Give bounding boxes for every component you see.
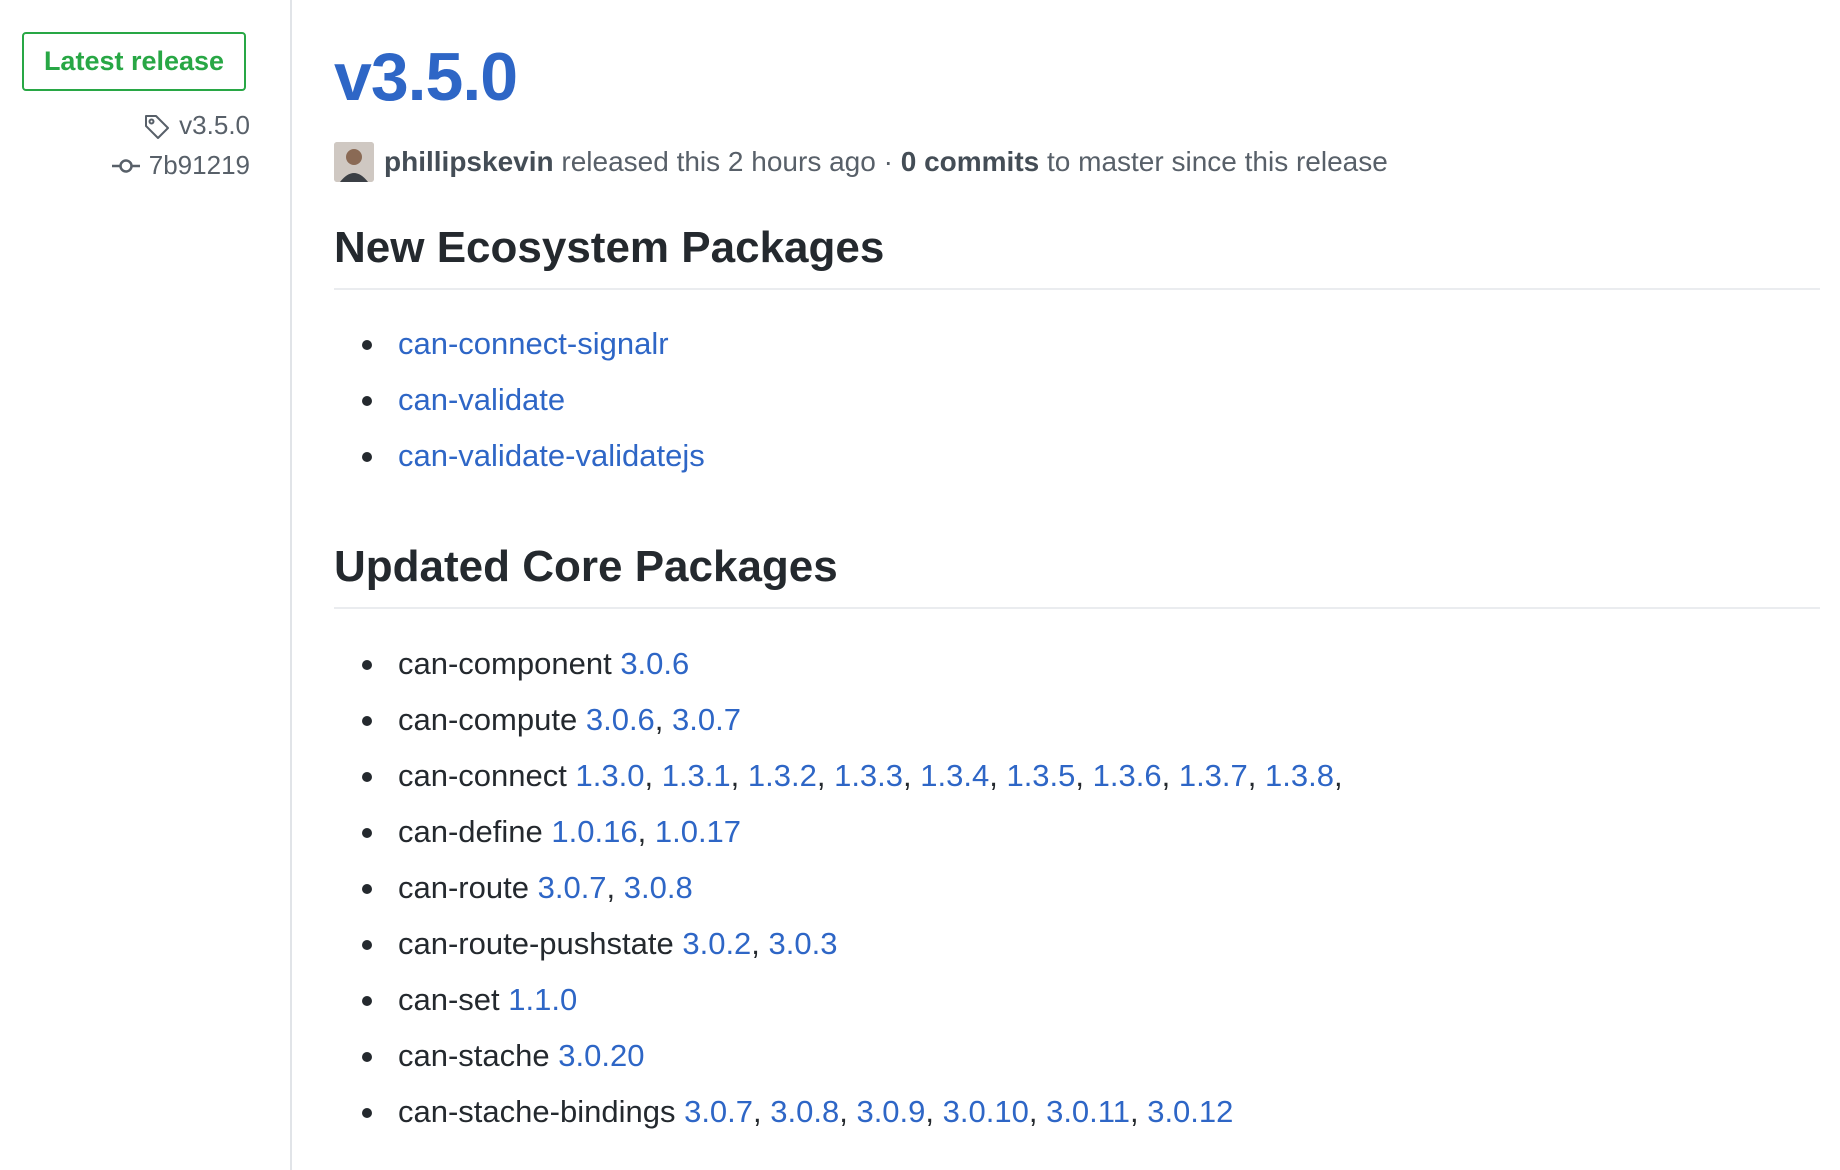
- commits-suffix: to master since this release: [1047, 146, 1388, 177]
- list-item: can-stache-bindings 3.0.7, 3.0.8, 3.0.9,…: [334, 1084, 1820, 1140]
- version-separator: ,: [925, 1094, 943, 1129]
- version-link[interactable]: 3.0.6: [620, 646, 689, 681]
- version-link[interactable]: 3.0.9: [856, 1094, 925, 1129]
- version-separator: ,: [654, 702, 673, 737]
- git-commit-icon: [111, 156, 141, 176]
- core-section: Updated Core Packages can-component 3.0.…: [334, 541, 1820, 1140]
- ecosystem-section: New Ecosystem Packages can-connect-signa…: [334, 222, 1820, 484]
- list-item: can-set 1.1.0: [334, 972, 1820, 1028]
- package-name: can-stache-bindings: [398, 1094, 676, 1129]
- version-link[interactable]: 3.0.12: [1147, 1094, 1233, 1129]
- list-item: can-compute 3.0.6, 3.0.7: [334, 692, 1820, 748]
- version-separator: ,: [1028, 1094, 1047, 1129]
- latest-release-badge: Latest release: [22, 32, 246, 91]
- version-link[interactable]: 1.3.2: [748, 758, 817, 793]
- version-separator: ,: [644, 758, 662, 793]
- release-sidebar: Latest release v3.5.0 7b91219: [0, 0, 292, 1170]
- commit-row[interactable]: 7b91219: [111, 150, 250, 181]
- version-link[interactable]: 1.3.5: [1006, 758, 1075, 793]
- version-link[interactable]: 3.0.20: [558, 1038, 644, 1073]
- tag-icon: [143, 113, 171, 139]
- package-name: can-define: [398, 814, 543, 849]
- version-link[interactable]: 3.0.2: [682, 926, 751, 961]
- avatar[interactable]: [334, 142, 374, 182]
- version-separator: ,: [751, 926, 769, 961]
- version-link[interactable]: 3.0.3: [769, 926, 838, 961]
- list-item: can-route-pushstate 3.0.2, 3.0.3: [334, 916, 1820, 972]
- version-link[interactable]: 3.0.7: [684, 1094, 753, 1129]
- list-item: can-component 3.0.6: [334, 636, 1820, 692]
- version-separator: ,: [989, 758, 1007, 793]
- released-text: released this 2 hours ago: [561, 146, 876, 177]
- commit-sha[interactable]: 7b91219: [149, 150, 250, 181]
- version-separator: ,: [816, 758, 835, 793]
- package-link[interactable]: can-validate-validatejs: [398, 438, 705, 473]
- version-link[interactable]: 3.0.7: [672, 702, 741, 737]
- tag-label[interactable]: v3.5.0: [179, 110, 250, 141]
- ecosystem-list: can-connect-signalr can-validate can-valid…: [334, 316, 1820, 484]
- version-separator: ,: [1161, 758, 1179, 793]
- version-link[interactable]: 1.0.16: [551, 814, 637, 849]
- commits-count[interactable]: 0 commits: [901, 146, 1040, 178]
- core-heading: Updated Core Packages: [334, 541, 1820, 609]
- ecosystem-heading: New Ecosystem Packages: [334, 222, 1820, 290]
- package-name: can-connect: [398, 758, 567, 793]
- version-link[interactable]: 1.1.0: [508, 982, 577, 1017]
- version-link[interactable]: 3.0.6: [586, 702, 655, 737]
- version-separator: ,: [1075, 758, 1093, 793]
- version-link[interactable]: 1.3.1: [662, 758, 731, 793]
- list-item: can-validate-validatejs: [334, 428, 1820, 484]
- list-item: can-connect-signalr: [334, 316, 1820, 372]
- package-name: can-route: [398, 870, 529, 905]
- version-separator: ,: [903, 758, 921, 793]
- package-link[interactable]: can-validate: [398, 382, 565, 417]
- version-link[interactable]: 1.3.8: [1265, 758, 1334, 793]
- version-link[interactable]: 3.0.8: [770, 1094, 839, 1129]
- package-name: can-stache: [398, 1038, 550, 1073]
- version-separator: ,: [753, 1094, 771, 1129]
- version-link[interactable]: 3.0.7: [538, 870, 607, 905]
- trailing-separator: ,: [1333, 758, 1343, 793]
- tag-row[interactable]: v3.5.0: [143, 110, 250, 141]
- version-link[interactable]: 1.3.0: [576, 758, 645, 793]
- byline-dot: ·: [883, 146, 893, 177]
- version-separator: ,: [1129, 1094, 1148, 1129]
- package-name: can-route-pushstate: [398, 926, 674, 961]
- list-item: can-route 3.0.7, 3.0.8: [334, 860, 1820, 916]
- core-list: can-component 3.0.6 can-compute 3.0.6, 3.…: [334, 636, 1820, 1140]
- version-link[interactable]: 3.0.10: [943, 1094, 1029, 1129]
- list-item: can-stache 3.0.20: [334, 1028, 1820, 1084]
- version-link[interactable]: 1.3.4: [920, 758, 989, 793]
- version-link[interactable]: 3.0.8: [624, 870, 693, 905]
- version-separator: ,: [606, 870, 624, 905]
- version-separator: ,: [839, 1094, 857, 1129]
- version-link[interactable]: 1.3.6: [1093, 758, 1162, 793]
- list-item: can-define 1.0.16, 1.0.17: [334, 804, 1820, 860]
- package-name: can-component: [398, 646, 612, 681]
- version-link[interactable]: 1.0.17: [655, 814, 741, 849]
- version-separator: ,: [637, 814, 655, 849]
- release-title[interactable]: v3.5.0: [334, 38, 518, 116]
- version-link[interactable]: 1.3.3: [834, 758, 903, 793]
- version-separator: ,: [1247, 758, 1266, 793]
- package-name: can-set: [398, 982, 500, 1017]
- list-item: can-validate: [334, 372, 1820, 428]
- package-name: can-compute: [398, 702, 578, 737]
- package-link[interactable]: can-connect-signalr: [398, 326, 669, 361]
- release-byline: phillipskevin released this 2 hours ago …: [334, 142, 1388, 182]
- version-separator: ,: [730, 758, 748, 793]
- release-author[interactable]: phillipskevin: [384, 146, 554, 178]
- list-item: can-connect 1.3.0, 1.3.1, 1.3.2, 1.3.3, …: [334, 748, 1820, 804]
- version-link[interactable]: 1.3.7: [1179, 758, 1248, 793]
- version-link[interactable]: 3.0.11: [1046, 1094, 1130, 1129]
